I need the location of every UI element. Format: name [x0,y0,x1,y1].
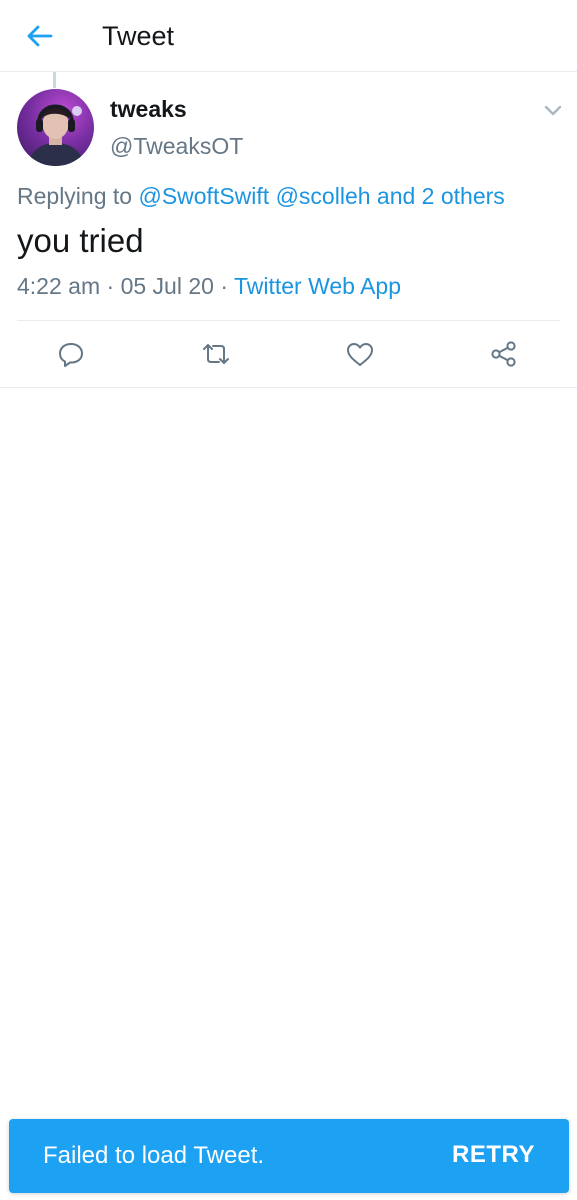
chevron-down-icon [544,105,562,116]
avatar-image [27,104,85,166]
reply-button[interactable] [49,332,93,376]
page-title: Tweet [102,21,175,51]
retweet-icon [203,344,229,364]
retweet-button[interactable] [194,332,238,376]
thread-connector [53,72,56,88]
share-button[interactable] [482,332,526,376]
tweet-metadata: 4:22 am · 05 Jul 20 · Twitter Web App [17,273,401,300]
tweet-text: you tried [17,222,144,259]
share-icon [491,341,516,367]
retry-button[interactable]: RETRY [452,1141,535,1169]
tweet-options-button[interactable] [540,100,566,122]
tweet-source-link[interactable]: Twitter Web App [234,273,401,299]
author-handle[interactable]: @TweaksOT [110,133,243,160]
tweet-action-bar [0,332,577,376]
tweet-time: 4:22 am [17,273,101,299]
mention-link[interactable]: @SwoftSwift [138,183,269,209]
mention-link[interactable]: @scolleh [276,183,371,209]
meta-separator: · [106,273,115,299]
app-header: Tweet [0,0,577,72]
replying-to-line: Replying to @SwoftSwift @scolleh and 2 o… [17,183,505,210]
arrow-left-icon [27,25,53,47]
divider [0,387,577,388]
meta-separator: · [220,273,228,299]
error-snackbar: Failed to load Tweet. RETRY [9,1119,569,1193]
tweet-date: 05 Jul 20 [120,273,214,299]
back-button[interactable] [20,18,60,54]
avatar[interactable] [17,89,94,166]
reply-icon [59,343,83,367]
like-button[interactable] [338,332,382,376]
like-icon [347,343,373,366]
divider [17,320,560,321]
snackbar-message: Failed to load Tweet. [43,1142,265,1169]
replying-to-label: Replying to [17,183,133,209]
others-link[interactable]: and 2 others [377,183,505,209]
tweet-detail-screen: Tweet tweaks @TweaksOT Replying to @Swof… [0,0,577,1200]
author-name[interactable]: tweaks [110,96,187,123]
